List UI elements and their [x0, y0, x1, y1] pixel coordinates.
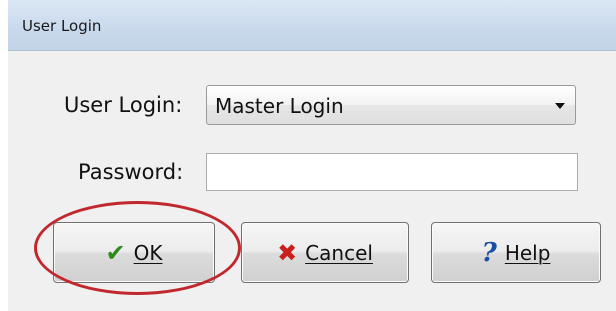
user-login-dialog: User Login User Login: Master Login Pass… — [8, 0, 616, 311]
user-login-selected-value: Master Login — [215, 94, 344, 118]
window-title: User Login — [22, 17, 102, 35]
help-button[interactable]: ? Help — [431, 222, 601, 283]
ok-button-label: OK — [133, 240, 163, 265]
cancel-button-label: Cancel — [305, 240, 373, 265]
question-mark-icon: ? — [481, 237, 497, 268]
password-label: Password: — [78, 160, 184, 184]
user-login-label: User Login: — [64, 93, 183, 117]
dropdown-arrow-icon[interactable] — [555, 103, 565, 109]
password-field[interactable] — [206, 153, 578, 191]
screenshot: User Login User Login: Master Login Pass… — [0, 0, 616, 311]
ok-button[interactable]: ✔ OK — [53, 222, 215, 283]
x-icon: ✖ — [277, 238, 298, 267]
title-bar[interactable]: User Login — [8, 0, 616, 51]
checkmark-icon: ✔ — [105, 238, 126, 267]
user-login-select[interactable]: Master Login — [206, 85, 576, 125]
help-button-label: Help — [504, 240, 551, 265]
cancel-button[interactable]: ✖ Cancel — [241, 222, 409, 283]
